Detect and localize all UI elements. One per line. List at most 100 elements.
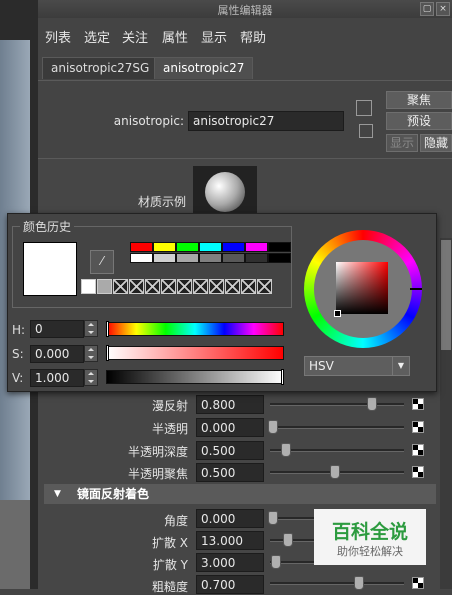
map-texture-icon[interactable] — [412, 444, 424, 456]
vertical-scrollbar[interactable] — [440, 238, 452, 589]
attr-slider-handle[interactable] — [281, 443, 291, 457]
history-slot[interactable] — [193, 279, 208, 294]
s-slider-handle[interactable] — [106, 345, 109, 361]
s-slider[interactable] — [106, 346, 284, 360]
attr-label: 扩散 Y — [152, 558, 188, 572]
attr-slider[interactable] — [270, 403, 404, 406]
hue-marker[interactable] — [410, 288, 422, 290]
sv-square[interactable] — [336, 262, 388, 314]
v-slider[interactable] — [106, 370, 284, 384]
map-texture-icon[interactable] — [412, 466, 424, 478]
attr-slider-handle[interactable] — [283, 533, 293, 547]
h-spinner[interactable] — [84, 320, 98, 337]
menu-help[interactable]: 帮助 — [240, 27, 266, 46]
v-slider-handle[interactable] — [281, 369, 284, 385]
sv-cursor[interactable] — [334, 310, 341, 317]
attr-slider-handle[interactable] — [367, 397, 377, 411]
restore-icon[interactable]: ▢ — [420, 2, 434, 16]
attr-label: 半透明聚焦 — [127, 467, 188, 481]
attr-value-field[interactable]: 0.500 — [196, 463, 264, 482]
menu-bar: 列表 选定 关注 属性 显示 帮助 — [38, 18, 452, 50]
tab-shading-group[interactable]: anisotropic27SG — [42, 57, 159, 79]
history-swatch[interactable] — [97, 279, 112, 294]
h-field[interactable]: 0 — [30, 320, 84, 338]
output-connections-icon[interactable] — [359, 124, 373, 138]
history-slot[interactable] — [209, 279, 224, 294]
watermark-logo: 百科全说 助你轻松解决 — [314, 509, 426, 565]
attr-slider-handle[interactable] — [268, 420, 278, 434]
palette-swatch[interactable] — [199, 242, 222, 252]
tab-material[interactable]: anisotropic27 — [154, 57, 254, 79]
palette-swatch[interactable] — [153, 253, 176, 263]
history-slot[interactable] — [177, 279, 192, 294]
eyedropper-icon[interactable]: ⁄ — [90, 250, 114, 274]
v-label: V: — [12, 371, 24, 385]
palette-swatch[interactable] — [130, 253, 153, 263]
presets-button[interactable]: 预设 — [386, 112, 452, 130]
input-connections-icon[interactable] — [356, 100, 372, 116]
attr-value-field[interactable]: 13.000 — [196, 531, 264, 550]
palette-swatch[interactable] — [176, 253, 199, 263]
v-spinner[interactable] — [84, 369, 98, 386]
hide-button[interactable]: 隐藏 — [420, 134, 452, 152]
collapse-arrow-icon: ▼ — [54, 489, 61, 499]
attr-value-field[interactable]: 0.800 — [196, 395, 264, 414]
palette-swatch[interactable] — [153, 242, 176, 252]
focus-button[interactable]: 聚焦 — [386, 91, 452, 109]
attr-value-field[interactable]: 0.700 — [196, 575, 264, 594]
history-slot[interactable] — [161, 279, 176, 294]
hue-wheel[interactable] — [304, 230, 422, 348]
history-slot[interactable] — [241, 279, 256, 294]
show-button[interactable]: 显示 — [386, 134, 418, 152]
history-slot[interactable] — [145, 279, 160, 294]
s-field[interactable]: 0.000 — [30, 345, 84, 363]
attr-slider-handle[interactable] — [330, 465, 340, 479]
h-label: H: — [12, 323, 26, 337]
attr-slider-handle[interactable] — [268, 511, 278, 525]
h-slider[interactable] — [106, 322, 284, 336]
menu-list[interactable]: 列表 — [45, 27, 71, 46]
color-history-title: 颜色历史 — [20, 218, 75, 235]
current-color-swatch[interactable] — [23, 242, 77, 296]
palette-swatch[interactable] — [176, 242, 199, 252]
node-name-field[interactable]: anisotropic27 — [188, 111, 344, 131]
palette-swatch[interactable] — [245, 253, 268, 263]
palette-swatch[interactable] — [222, 253, 245, 263]
attr-slider[interactable] — [270, 426, 404, 429]
attr-slider-handle[interactable] — [354, 576, 364, 590]
attr-value-field[interactable]: 3.000 — [196, 553, 264, 572]
menu-attributes[interactable]: 属性 — [162, 27, 188, 46]
map-texture-icon[interactable] — [412, 421, 424, 433]
attr-value-field[interactable]: 0.500 — [196, 441, 264, 460]
palette-swatch[interactable] — [222, 242, 245, 252]
menu-focus[interactable]: 关注 — [122, 27, 148, 46]
chevron-down-icon: ▼ — [392, 357, 409, 375]
window-titlebar[interactable]: 属性编辑器 ▢ × — [38, 0, 452, 19]
attr-slider-handle[interactable] — [271, 555, 281, 569]
s-spinner[interactable] — [84, 345, 98, 362]
palette-swatch[interactable] — [130, 242, 153, 252]
history-slot[interactable] — [257, 279, 272, 294]
palette-swatch[interactable] — [199, 253, 222, 263]
attr-value-field[interactable]: 0.000 — [196, 418, 264, 437]
window-title: 属性编辑器 — [217, 4, 273, 17]
palette-swatch[interactable] — [268, 253, 291, 263]
attr-slider[interactable] — [270, 582, 404, 585]
palette-swatch[interactable] — [268, 242, 291, 252]
history-slot[interactable] — [225, 279, 240, 294]
history-slot[interactable] — [129, 279, 144, 294]
color-mode-select[interactable]: HSV ▼ — [304, 356, 410, 376]
attr-value-field[interactable]: 0.000 — [196, 509, 264, 528]
history-swatch[interactable] — [81, 279, 96, 294]
menu-select[interactable]: 选定 — [84, 27, 110, 46]
v-field[interactable]: 1.000 — [30, 369, 84, 387]
section-specular-shading[interactable]: ▼ 镜面反射着色 — [44, 484, 436, 504]
attr-label: 半透明深度 — [127, 445, 188, 459]
map-texture-icon[interactable] — [412, 577, 424, 589]
map-texture-icon[interactable] — [412, 398, 424, 410]
h-slider-handle[interactable] — [106, 321, 109, 337]
close-icon[interactable]: × — [436, 2, 450, 16]
menu-display[interactable]: 显示 — [201, 27, 227, 46]
palette-swatch[interactable] — [245, 242, 268, 252]
history-slot[interactable] — [113, 279, 128, 294]
